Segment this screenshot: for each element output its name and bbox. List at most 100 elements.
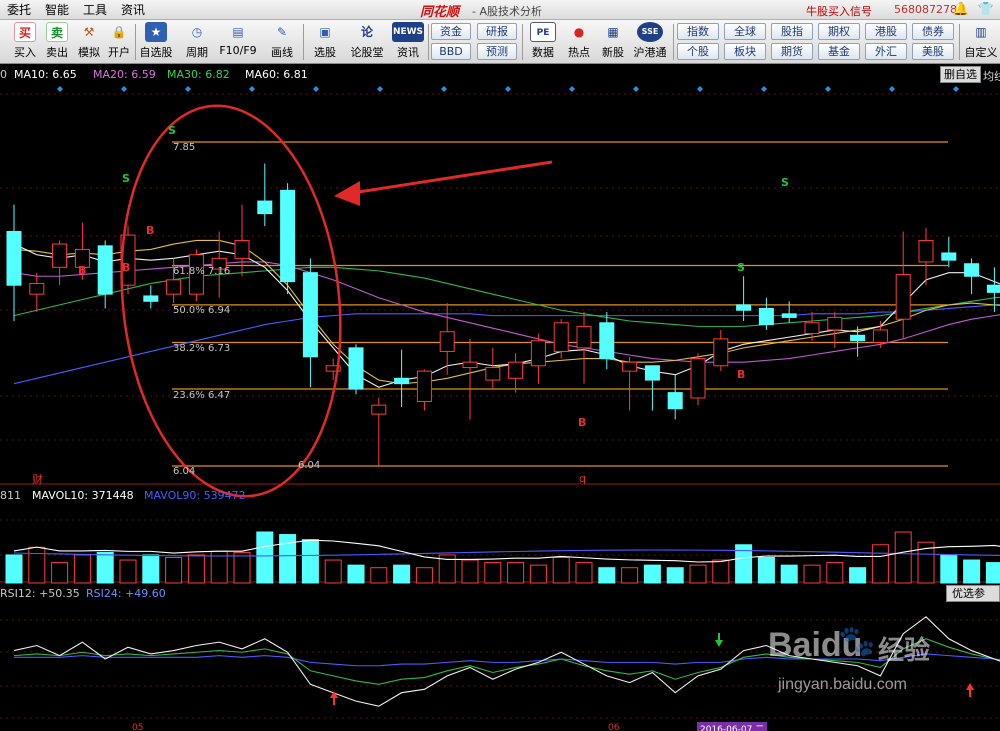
global-button[interactable]: 全球 (724, 23, 766, 40)
ma-setting-label[interactable]: 均线 (983, 68, 1000, 84)
funds-button[interactable]: 基金 (818, 43, 860, 60)
star-icon: ★ (145, 22, 167, 42)
account-number[interactable]: 568087278 (894, 3, 957, 16)
candle-body (576, 325, 592, 349)
news-button[interactable]: NEWS 资讯 (390, 22, 426, 62)
q-marker[interactable]: q (579, 472, 586, 485)
volume-bar (643, 564, 661, 584)
finance-marker[interactable]: 财 (32, 471, 43, 487)
menu-item-smart[interactable]: 智能 (38, 1, 76, 18)
f10-button[interactable]: ▤ F10/F9 (218, 22, 258, 62)
rsi24-label: RSI24: +49.60 (86, 587, 166, 600)
watchlist-button[interactable]: ★ 自选股 (137, 22, 175, 62)
forum-button[interactable]: 论 论股堂 (347, 22, 387, 62)
annotation-arrowhead (334, 181, 360, 206)
forum-icon: 论 (360, 25, 373, 39)
sell-signal: S (168, 124, 176, 137)
volume-bar (461, 559, 479, 584)
buy-signal: B (146, 224, 155, 237)
volume-bar (484, 562, 502, 584)
sell-signal: S (737, 261, 745, 274)
hk-connect-button[interactable]: SSE 沪港通 (630, 22, 670, 62)
signal-link[interactable]: 牛股买入信号 (806, 3, 872, 19)
calendar-icon: ▦ (607, 25, 619, 39)
volume-bar (598, 567, 616, 584)
candle-body (553, 322, 569, 352)
candle-body (166, 279, 182, 295)
forecast-button[interactable]: 预测 (477, 43, 517, 60)
index-futures-button[interactable]: 股指 (771, 23, 813, 40)
volume-bar (279, 534, 297, 584)
volume-bar (689, 564, 707, 584)
window-title: - A股技术分析 (472, 5, 542, 18)
sell-button[interactable]: 卖 卖出 (42, 22, 72, 62)
open-account-button[interactable]: 🔒 开户 (104, 22, 134, 62)
us-stocks-button[interactable]: 美股 (912, 43, 954, 60)
stocks-button[interactable]: 个股 (677, 43, 719, 60)
hotspot-button[interactable]: ● 热点 (562, 22, 596, 62)
simulate-button[interactable]: ⚒ 模拟 (74, 22, 104, 62)
event-diamond (249, 86, 255, 92)
stock-picker-button[interactable]: ▣ 选股 (306, 22, 344, 62)
menu-bar: 委托 智能 工具 资讯 同花顺 - A股技术分析 牛股买入信号 56808727… (0, 0, 1000, 20)
picker-icon: ▣ (319, 25, 331, 39)
paw-icon: 🐾 (838, 624, 876, 659)
menu-item-news[interactable]: 资讯 (114, 1, 152, 18)
volume-bar (552, 557, 570, 584)
hk-stocks-button[interactable]: 港股 (865, 23, 907, 40)
bbd-button[interactable]: BBD (431, 43, 471, 60)
draw-line-button[interactable]: ✎ 画线 (264, 22, 300, 62)
index-button[interactable]: 指数 (677, 23, 719, 40)
buy-signal: B (122, 261, 131, 274)
volume-bar (871, 544, 889, 584)
volume-bar (826, 562, 844, 584)
buy-signal: B (78, 264, 87, 277)
volume-bar (119, 559, 137, 584)
menu-item-tools[interactable]: 工具 (76, 1, 114, 18)
sectors-button[interactable]: 板块 (724, 43, 766, 60)
candle-body (530, 340, 546, 367)
customize-button[interactable]: ▥ 自定义 (962, 22, 1000, 62)
fib-label-618: 61.8% 7.16 (173, 266, 231, 277)
event-diamond (889, 86, 895, 92)
cursor-date-label: 2016-06-07 二 (697, 722, 768, 731)
rsi-params-button[interactable]: 优选参数 (946, 585, 1000, 615)
candle-body (599, 322, 615, 360)
volume-bar (985, 562, 1000, 584)
volume-bar (142, 554, 160, 584)
sell-signal: S (122, 172, 130, 185)
buy-button[interactable]: 买 买入 (10, 22, 40, 62)
volume-bar (5, 554, 23, 584)
bonds-button[interactable]: 债券 (912, 23, 954, 40)
skin-icon[interactable]: 👕 (978, 2, 994, 17)
data-button[interactable]: PE 数据 (526, 22, 560, 62)
research-button[interactable]: 研报 (477, 23, 517, 40)
event-diamond (313, 86, 319, 92)
mavol10-label: MAVOL10: 371448 (32, 489, 134, 502)
candle-body (758, 307, 774, 326)
candle-body (29, 282, 45, 295)
candle-body (394, 377, 410, 385)
buy-icon: 买 (14, 22, 36, 42)
hammer-icon: ⚒ (83, 25, 95, 39)
fund-flow-button[interactable]: 资金 (431, 23, 471, 40)
forex-button[interactable]: 外汇 (865, 43, 907, 60)
ma-prefix: 0 (0, 68, 7, 81)
futures-button[interactable]: 期货 (771, 43, 813, 60)
ipo-button[interactable]: ▦ 新股 (596, 22, 630, 62)
customize-icon: ▥ (975, 25, 987, 39)
candle-body (462, 361, 478, 369)
remove-watchlist-button[interactable]: 删自选 (940, 66, 981, 83)
menu-item-trade[interactable]: 委托 (0, 1, 38, 18)
options-button[interactable]: 期权 (818, 23, 860, 40)
notification-icon[interactable]: 🔔 (953, 2, 969, 17)
candle-body (371, 404, 387, 415)
volume-bar (301, 539, 319, 584)
candle-body (986, 284, 1000, 293)
period-button[interactable]: ◷ 周期 (180, 22, 214, 62)
candle-body (644, 365, 660, 381)
mavol90-label: MAVOL90: 539472 (144, 489, 246, 502)
fib-label-bottom: 6.04 (173, 466, 196, 477)
volume-bar (165, 557, 183, 584)
candle-body (416, 370, 432, 403)
